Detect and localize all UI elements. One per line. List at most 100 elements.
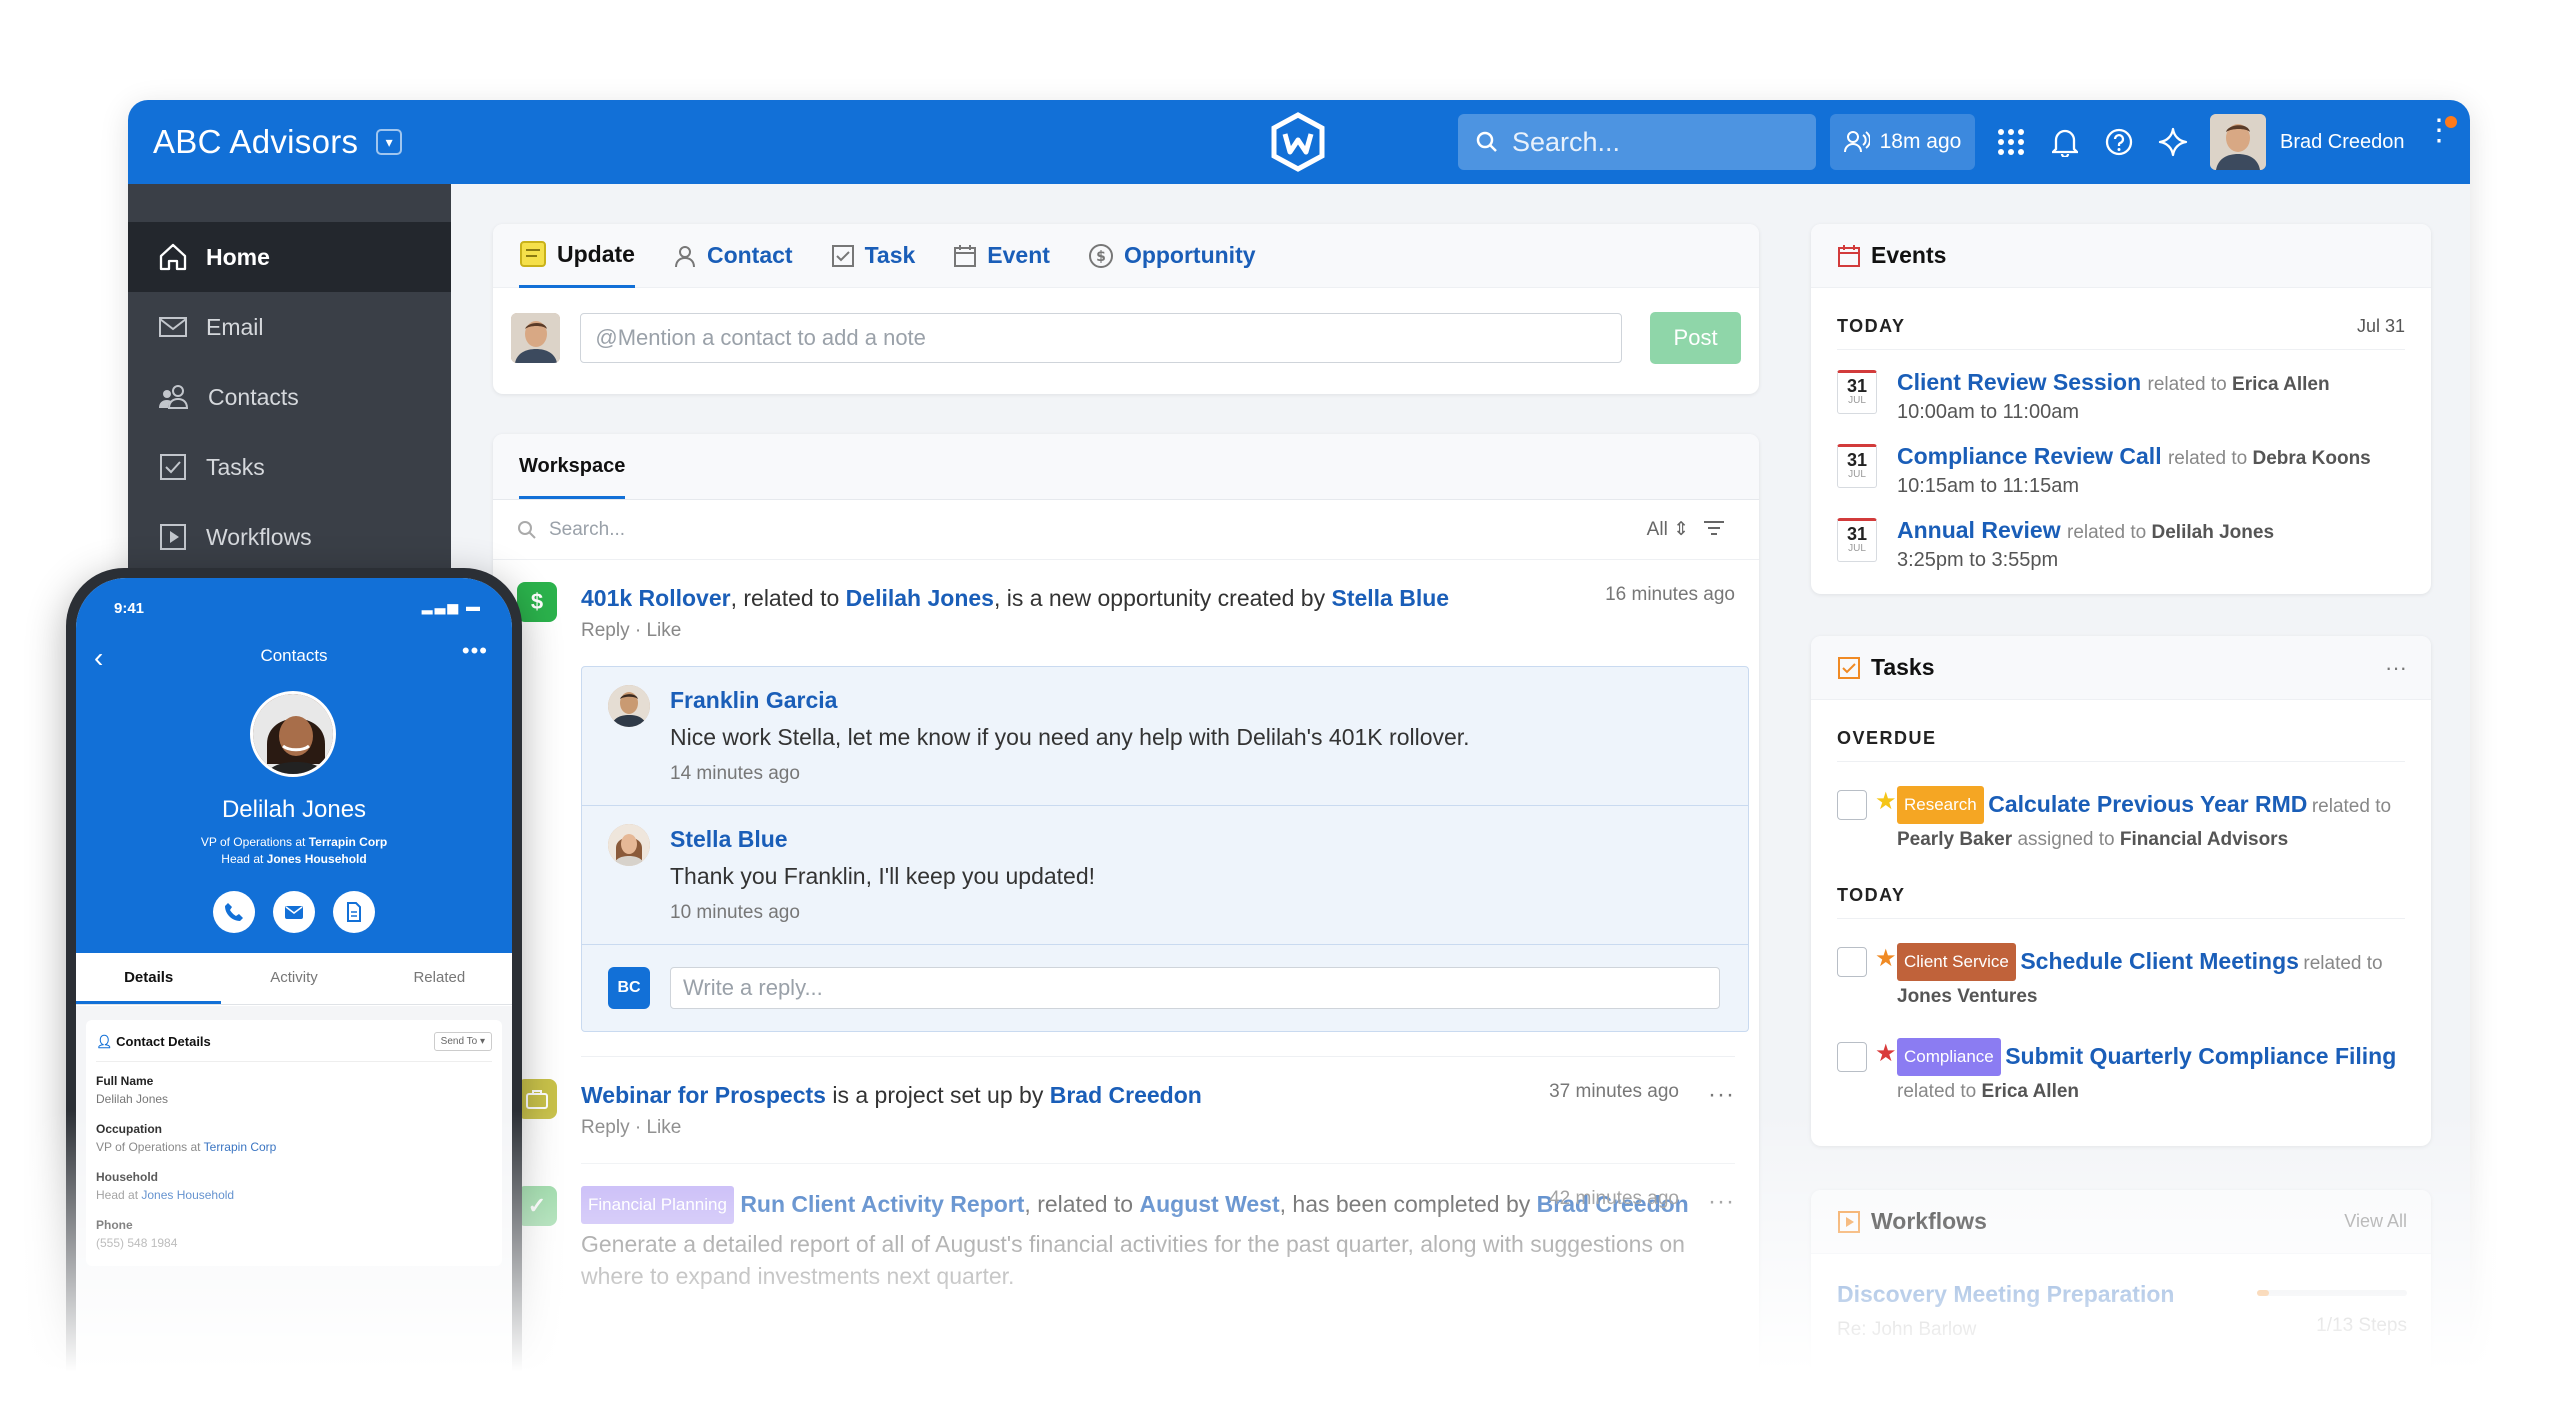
events-header: Events bbox=[1811, 224, 2431, 288]
reply-author[interactable]: Stella Blue bbox=[670, 826, 1728, 853]
tab-opportunity[interactable]: $ Opportunity bbox=[1088, 224, 1256, 288]
tab-label: Event bbox=[987, 242, 1050, 268]
tab-details[interactable]: Details bbox=[76, 953, 222, 1004]
household-link[interactable]: Jones Household bbox=[141, 1188, 234, 1202]
company-link[interactable]: Terrapin Corp bbox=[204, 1140, 277, 1154]
chevron-down-icon[interactable]: ▾ bbox=[376, 129, 403, 155]
org-name: ABC Advisors bbox=[153, 123, 359, 160]
field-value[interactable]: (555) 548 1984 bbox=[96, 1236, 492, 1250]
event-link[interactable]: Compliance Review Call bbox=[1897, 443, 2162, 469]
related-contact[interactable]: Jones Ventures bbox=[1897, 986, 2037, 1007]
document-button[interactable] bbox=[333, 891, 375, 933]
more-horizontal-icon[interactable]: ••• bbox=[462, 638, 488, 664]
contact-details-title: 👤︎ Contact Details bbox=[96, 1034, 211, 1050]
task-checkbox[interactable] bbox=[1837, 790, 1867, 820]
task-link[interactable]: Schedule Client Meetings bbox=[2020, 948, 2299, 974]
events-section: TODAY Jul 31 bbox=[1837, 288, 2405, 350]
filter-dropdown[interactable]: All ⇕ bbox=[1647, 518, 1689, 541]
sidebar-item-home[interactable]: Home bbox=[128, 222, 451, 292]
category-badge: Financial Planning bbox=[581, 1186, 734, 1224]
opportunity-link[interactable]: 401k Rollover bbox=[581, 585, 731, 611]
task-link[interactable]: Submit Quarterly Compliance Filing bbox=[2005, 1043, 2396, 1069]
sidebar-item-email[interactable]: Email bbox=[128, 292, 451, 362]
contacts-icon bbox=[159, 385, 189, 409]
sidebar-item-contacts[interactable]: Contacts bbox=[128, 362, 451, 432]
workflows-header: Workflows View All bbox=[1811, 1190, 2431, 1254]
workspace-search-input[interactable]: Search... All ⇕ bbox=[493, 500, 1759, 560]
tab-related[interactable]: Related bbox=[367, 953, 512, 1004]
reply-author[interactable]: Franklin Garcia bbox=[670, 687, 1728, 714]
sidebar-item-workflows[interactable]: Workflows bbox=[128, 502, 451, 572]
workspace-feed: Workspace Search... All ⇕ $ 401k Rollove… bbox=[493, 434, 1759, 1418]
org-switcher[interactable]: ABC Advisors ▾ bbox=[153, 100, 403, 184]
author-link[interactable]: Stella Blue bbox=[1331, 585, 1449, 611]
note-input[interactable]: @Mention a contact to add a note bbox=[580, 313, 1623, 363]
event-related: related to Erica Allen bbox=[2148, 374, 2330, 395]
tab-event[interactable]: Event bbox=[953, 224, 1050, 288]
related-contact[interactable]: Debra Koons bbox=[2253, 448, 2371, 469]
contact-details-card: 👤︎ Contact Details Send To ▾ Full Name D… bbox=[86, 1020, 502, 1266]
tab-activity[interactable]: Activity bbox=[221, 953, 366, 1004]
global-search-input[interactable]: Search... bbox=[1458, 114, 1816, 170]
checkbox-icon bbox=[831, 244, 854, 267]
contact-link[interactable]: Delilah Jones bbox=[846, 585, 994, 611]
help-icon[interactable] bbox=[2102, 125, 2136, 159]
author-link[interactable]: Brad Creedon bbox=[1050, 1082, 1202, 1108]
more-vertical-icon[interactable]: ⋮ bbox=[2424, 116, 2454, 146]
mobile-details: 👤︎ Contact Details Send To ▾ Full Name D… bbox=[76, 1006, 512, 1418]
related-contact[interactable]: Pearly Baker bbox=[1897, 829, 2012, 850]
reply-text: Thank you Franklin, I'll keep you update… bbox=[670, 863, 1096, 889]
related-contact[interactable]: Erica Allen bbox=[1982, 1081, 2080, 1102]
event-link[interactable]: Client Review Session bbox=[1897, 369, 2141, 395]
contact-link[interactable]: August West bbox=[1140, 1191, 1280, 1217]
app-logo-icon[interactable] bbox=[1268, 112, 1328, 172]
task-checkbox[interactable] bbox=[1837, 1042, 1867, 1072]
user-name[interactable]: Brad Creedon bbox=[2280, 100, 2405, 184]
email-button[interactable] bbox=[273, 891, 315, 933]
workflow-link[interactable]: Discovery Meeting Preparation bbox=[1837, 1281, 2174, 1307]
star-icon[interactable]: ★ bbox=[1875, 1038, 1897, 1070]
mail-icon bbox=[285, 906, 303, 919]
tab-contact[interactable]: Contact bbox=[673, 224, 793, 288]
reply-like-actions[interactable]: Reply · Like bbox=[581, 1117, 1735, 1139]
reply-like-actions[interactable]: Reply · Like bbox=[581, 620, 1735, 642]
post-button[interactable]: Post bbox=[1650, 312, 1741, 364]
more-horizontal-icon[interactable]: ··· bbox=[1708, 1081, 1735, 1109]
search-placeholder: Search... bbox=[1512, 126, 1621, 157]
related-contact[interactable]: Erica Allen bbox=[2232, 374, 2330, 395]
task-link[interactable]: Run Client Activity Report bbox=[740, 1191, 1024, 1217]
user-avatar[interactable] bbox=[2210, 114, 2266, 170]
tab-label: Update bbox=[557, 240, 635, 267]
sidebar-item-tasks[interactable]: Tasks bbox=[128, 432, 451, 502]
star-icon[interactable]: ★ bbox=[1875, 943, 1897, 975]
reply-time: 10 minutes ago bbox=[670, 902, 800, 923]
task-badge: Research bbox=[1897, 786, 1984, 824]
phone-icon bbox=[225, 903, 243, 921]
household-link[interactable]: Jones Household bbox=[267, 852, 367, 866]
phone-call-button[interactable] bbox=[213, 891, 255, 933]
assigned-team[interactable]: Financial Advisors bbox=[2120, 829, 2288, 850]
company-link[interactable]: Terrapin Corp bbox=[309, 835, 387, 849]
star-icon[interactable]: ★ bbox=[1875, 786, 1897, 818]
apps-grid-icon[interactable] bbox=[1994, 125, 2028, 159]
bell-icon[interactable] bbox=[2048, 125, 2082, 159]
task-checkbox[interactable] bbox=[1837, 947, 1867, 977]
filter-lines-icon[interactable] bbox=[1703, 518, 1737, 544]
tab-update[interactable]: Update bbox=[519, 224, 635, 288]
sync-status-button[interactable]: 18m ago bbox=[1830, 114, 1975, 170]
more-horizontal-icon[interactable]: ··· bbox=[2385, 655, 2407, 681]
tab-task[interactable]: Task bbox=[831, 224, 915, 288]
mobile-phone-frame: 9:41 ▂▃▅ ▬ ‹ Contacts ••• Delilah Jones … bbox=[66, 568, 522, 1418]
tab-workspace[interactable]: Workspace bbox=[519, 455, 626, 499]
project-link[interactable]: Webinar for Prospects bbox=[581, 1082, 826, 1108]
sparkle-icon[interactable] bbox=[2156, 125, 2190, 159]
task-link[interactable]: Calculate Previous Year RMD bbox=[1988, 791, 2307, 817]
related-contact[interactable]: Delilah Jones bbox=[2152, 522, 2275, 543]
reply-input[interactable]: Write a reply... bbox=[670, 967, 1720, 1009]
calendar-icon bbox=[954, 244, 977, 267]
mail-icon bbox=[159, 317, 187, 337]
view-all-link[interactable]: View All bbox=[2344, 1211, 2407, 1232]
event-link[interactable]: Annual Review bbox=[1897, 517, 2061, 543]
more-horizontal-icon[interactable]: ··· bbox=[1708, 1188, 1735, 1216]
send-to-dropdown[interactable]: Send To ▾ bbox=[433, 1032, 492, 1051]
